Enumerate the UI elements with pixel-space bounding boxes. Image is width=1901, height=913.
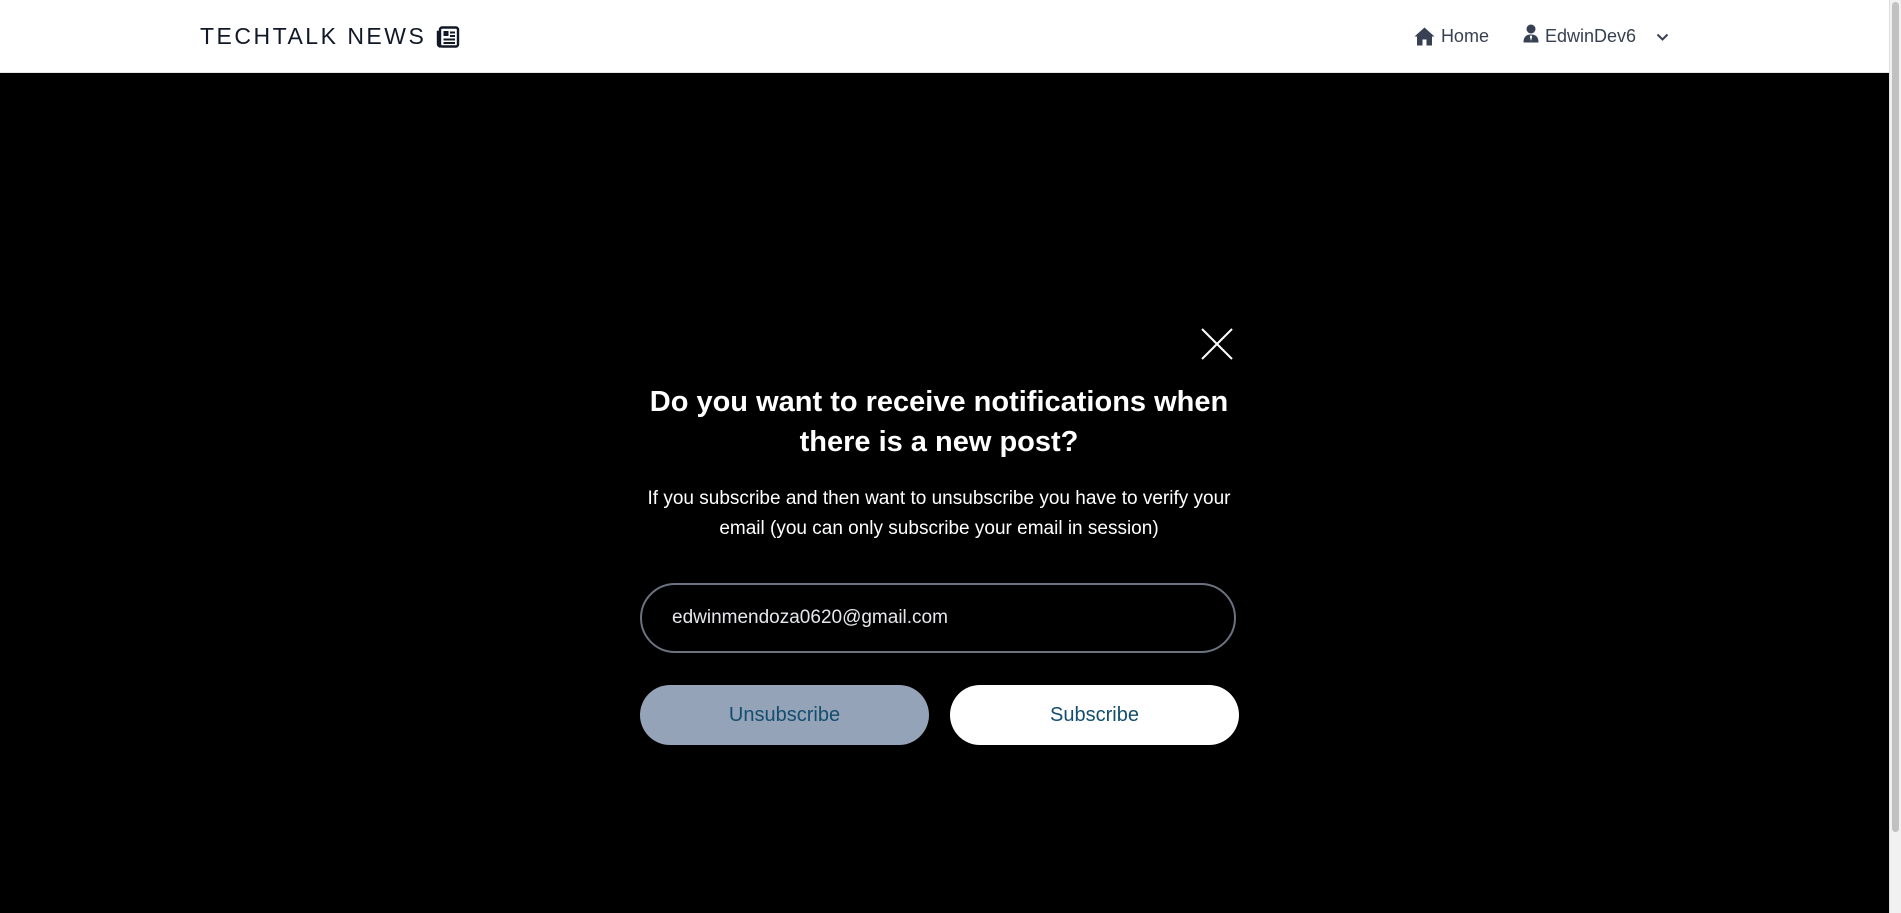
modal-title: Do you want to receive notifications whe… <box>649 386 1229 458</box>
home-label: Home <box>1440 25 1489 46</box>
page: TECHTALK NEWS Home EdwinDev6 Do you want… <box>0 0 1901 913</box>
brand-link[interactable]: TECHTALK NEWS <box>200 23 460 50</box>
user-menu-toggle[interactable]: EdwinDev6 <box>1523 24 1669 48</box>
brand-title: TECHTALK NEWS <box>200 23 427 49</box>
chevron-down-icon <box>1656 26 1669 47</box>
close-icon[interactable] <box>1200 327 1234 361</box>
modal-description: If you subscribe and then want to unsubs… <box>647 488 1231 539</box>
newspaper-icon <box>436 25 460 48</box>
home-icon <box>1414 27 1435 46</box>
nav-menu: Home EdwinDev6 <box>1414 24 1669 48</box>
navbar: TECHTALK NEWS Home EdwinDev6 <box>0 0 1889 73</box>
scrollbar-thumb[interactable] <box>1892 2 1899 832</box>
email-input[interactable] <box>640 583 1236 653</box>
subscribe-button[interactable]: Subscribe <box>950 685 1239 745</box>
vertical-scrollbar[interactable] <box>1889 0 1901 913</box>
user-name: EdwinDev6 <box>1544 25 1636 46</box>
home-link[interactable]: Home <box>1414 26 1489 47</box>
unsubscribe-button[interactable]: Unsubscribe <box>640 685 929 745</box>
user-icon <box>1523 24 1539 48</box>
